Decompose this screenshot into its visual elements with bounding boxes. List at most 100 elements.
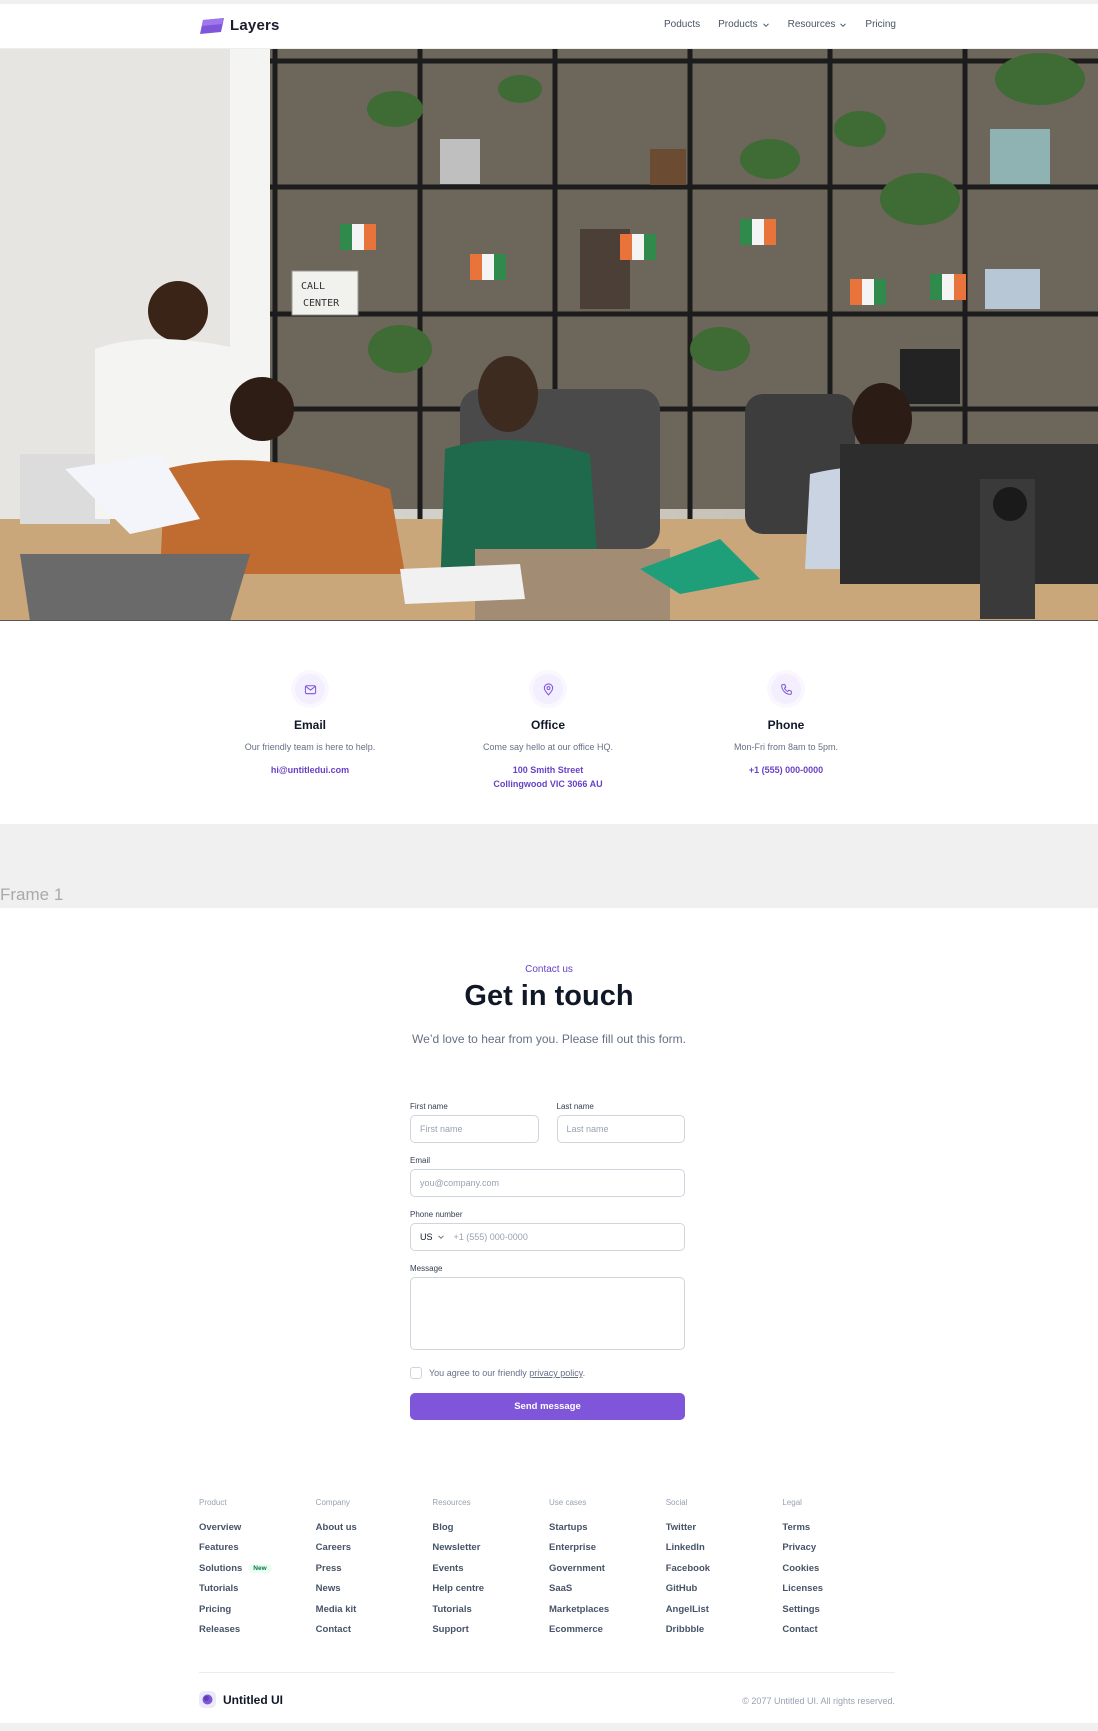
footer-link-label: SaaS — [549, 1583, 573, 1595]
footer-link[interactable]: Government — [549, 1558, 666, 1579]
footer-link[interactable]: AngelList — [666, 1599, 783, 1620]
footer-link-label: Cookies — [782, 1562, 820, 1574]
footer-link[interactable]: Privacy — [782, 1538, 899, 1559]
phone-label: Phone number — [410, 1210, 463, 1219]
first-name-label: First name — [410, 1102, 448, 1111]
footer-link[interactable]: Newsletter — [432, 1538, 549, 1559]
footer-column-heading: Resources — [432, 1498, 471, 1507]
page-title: Get in touch — [464, 980, 634, 1012]
footer-link[interactable]: Twitter — [666, 1517, 783, 1538]
footer-link-label: Help centre — [432, 1583, 485, 1595]
footer-link-label: Releases — [199, 1624, 241, 1636]
footer-link-label: Newsletter — [432, 1542, 481, 1554]
footer-link[interactable]: Careers — [316, 1538, 433, 1559]
footer-link-label: Careers — [315, 1542, 352, 1554]
footer-link[interactable]: Cookies — [782, 1558, 899, 1579]
top-navigation: Layers Poducts Products Resources Pricin… — [0, 4, 1098, 49]
footer-link[interactable]: Tutorials — [432, 1599, 549, 1620]
nav-products-dropdown[interactable]: Products — [718, 19, 769, 30]
footer-column: Company About us Careers Press News Media kit… — [316, 1498, 433, 1640]
footer-link-label: Enterprise — [549, 1542, 597, 1554]
footer-link-label: Dribbble — [665, 1624, 705, 1636]
footer-link[interactable]: Terms — [782, 1517, 899, 1538]
office-photo-illustration: CALL CENTER — [0, 49, 1098, 620]
footer-link-label: Ecommerce — [549, 1624, 603, 1636]
footer-link[interactable]: Solutions New — [199, 1558, 316, 1579]
footer-link[interactable]: Pricing — [199, 1599, 316, 1620]
footer-link[interactable]: Dribbble — [666, 1620, 783, 1641]
frame-label: Frame 1 — [0, 885, 64, 904]
footer-link-label: LinkedIn — [665, 1542, 705, 1554]
footer-link-label: Facebook — [665, 1562, 711, 1574]
footer-link-label: Terms — [782, 1521, 811, 1533]
footer-link-label: Contact — [782, 1624, 818, 1636]
footer-link[interactable]: Features — [199, 1538, 316, 1559]
footer-link[interactable]: Ecommerce — [549, 1620, 666, 1641]
footer-link-label: Settings — [782, 1603, 820, 1615]
footer-link[interactable]: News — [316, 1579, 433, 1600]
office-address-link[interactable]: 100 Smith Street Collingwood VIC 3066 AU — [438, 764, 658, 791]
footer-link[interactable]: LinkedIn — [666, 1538, 783, 1559]
footer-link[interactable]: Media kit — [316, 1599, 433, 1620]
message-textarea[interactable] — [410, 1277, 685, 1350]
chevron-down-icon — [840, 22, 847, 27]
footer-link[interactable]: Press — [316, 1558, 433, 1579]
footer-link[interactable]: About us — [316, 1517, 433, 1538]
footer-link-label: Privacy — [782, 1542, 817, 1554]
footer-link[interactable]: Support — [432, 1620, 549, 1641]
footer-link-label: AngelList — [665, 1603, 709, 1615]
footer-brand[interactable]: Untitled UI — [199, 1691, 283, 1708]
nav-label: Poducts — [664, 19, 701, 30]
nav-resources-dropdown[interactable]: Resources — [788, 19, 848, 30]
footer-link-label: Tutorials — [199, 1583, 239, 1595]
nav-pricing[interactable]: Pricing — [865, 19, 896, 30]
footer-link[interactable]: Events — [432, 1558, 549, 1579]
footer-link[interactable]: Startups — [549, 1517, 666, 1538]
untitled-ui-logo-icon — [199, 1691, 216, 1708]
footer-link[interactable]: Blog — [432, 1517, 549, 1538]
footer-column-heading: Product — [199, 1498, 227, 1507]
card-description: Come say hello at our office HQ. — [483, 742, 613, 752]
card-description: Mon-Fri from 8am to 5pm. — [733, 742, 839, 752]
country-code-select[interactable]: US — [420, 1232, 445, 1242]
footer-column: Resources Blog Newsletter Events Help centre… — [432, 1498, 549, 1640]
phone-icon — [771, 674, 801, 704]
footer-column: Product Overview Features Solutions New Tutor… — [199, 1498, 316, 1640]
footer-link[interactable]: Facebook — [666, 1558, 783, 1579]
email-link[interactable]: hi@untitledui.com — [200, 764, 420, 778]
footer-link-label: Features — [199, 1542, 239, 1554]
nav-label: Resources — [787, 19, 836, 30]
footer-link[interactable]: Contact — [782, 1620, 899, 1641]
footer-link[interactable]: Licenses — [782, 1579, 899, 1600]
card-title: Email — [293, 718, 326, 732]
privacy-policy-link[interactable]: privacy policy — [529, 1368, 582, 1378]
phone-input[interactable] — [453, 1232, 675, 1242]
footer-link[interactable]: GitHub — [666, 1579, 783, 1600]
nav-poducts[interactable]: Poducts — [664, 19, 700, 30]
footer-link[interactable]: Enterprise — [549, 1538, 666, 1559]
footer-column: Legal Terms Privacy Cookies Licenses Settings… — [782, 1498, 899, 1640]
footer-link[interactable]: Overview — [199, 1517, 316, 1538]
privacy-checkbox[interactable] — [410, 1367, 422, 1379]
footer-link[interactable]: Contact — [316, 1620, 433, 1641]
footer-link[interactable]: Tutorials — [199, 1579, 316, 1600]
footer-links: Product Overview Features Solutions New Tutor… — [199, 1498, 899, 1640]
footer-column-heading: Legal — [782, 1498, 802, 1507]
page-subtitle: We’d love to hear from you. Please fill … — [412, 1032, 686, 1046]
send-message-button[interactable]: Send message — [410, 1393, 685, 1420]
footer-column-heading: Use cases — [549, 1498, 587, 1507]
footer-link-label: Tutorials — [432, 1603, 472, 1615]
footer-link[interactable]: Releases — [199, 1620, 316, 1641]
footer-link[interactable]: SaaS — [549, 1579, 666, 1600]
footer-link[interactable]: Marketplaces — [549, 1599, 666, 1620]
footer-link[interactable]: Help centre — [432, 1579, 549, 1600]
footer-link[interactable]: Settings — [782, 1599, 899, 1620]
footer-link-label: Pricing — [199, 1603, 232, 1615]
email-input[interactable] — [410, 1169, 685, 1197]
first-name-input[interactable] — [410, 1115, 539, 1143]
phone-link[interactable]: +1 (555) 000-0000 — [676, 764, 896, 778]
last-name-input[interactable] — [556, 1115, 685, 1143]
footer-column-heading: Company — [315, 1498, 350, 1507]
brand-logo[interactable]: Layers — [200, 17, 280, 34]
chevron-down-icon — [437, 1235, 444, 1240]
